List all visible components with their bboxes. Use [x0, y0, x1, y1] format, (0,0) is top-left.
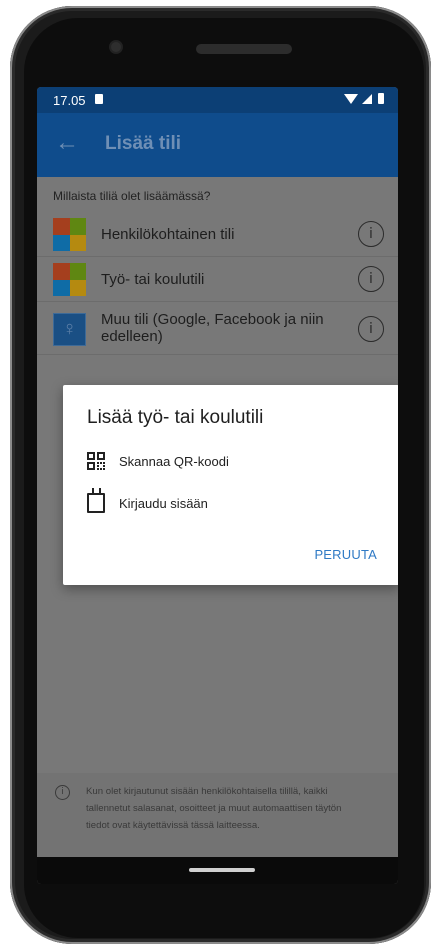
info-icon[interactable]: i — [358, 266, 384, 292]
earpiece-speaker — [196, 44, 292, 54]
scan-qr-label: Skannaa QR-koodi — [119, 453, 229, 469]
signal-icon — [362, 93, 372, 104]
app-bar: ← Lisää tili — [37, 113, 398, 177]
option-other-account[interactable]: ♀ Muu tili (Google, Facebook ja niin ede… — [37, 302, 398, 355]
battery-icon — [378, 93, 384, 104]
microsoft-logo-icon — [53, 218, 86, 251]
person-badge-icon: ♀ — [53, 313, 86, 346]
qr-code-icon — [87, 452, 105, 470]
wifi-icon — [344, 93, 358, 104]
footer-line: tiedot ovat käytettävissä tässä laittees… — [86, 820, 260, 831]
info-icon[interactable]: i — [358, 221, 384, 247]
id-badge-icon — [87, 488, 105, 513]
scan-qr-option[interactable]: Skannaa QR-koodi — [87, 449, 229, 473]
sign-in-label: Kirjaudu sisään — [119, 495, 208, 511]
status-time: 17.05 — [53, 93, 86, 108]
info-icon: i — [55, 785, 70, 800]
option-work-school-account[interactable]: Työ- tai koulutili i — [37, 257, 398, 302]
option-label: Työ- tai koulutili — [101, 271, 205, 288]
sim-card-icon — [95, 94, 103, 104]
status-bar: 17.05 — [37, 87, 398, 113]
info-icon[interactable]: i — [358, 316, 384, 342]
status-icons — [344, 93, 384, 104]
cancel-button[interactable]: PERUUTA — [314, 547, 377, 562]
footer-info: i Kun olet kirjautunut sisään henkilökoh… — [37, 773, 398, 857]
option-label-line1: Muu tili (Google, Facebook ja niin — [101, 311, 324, 328]
navigation-bar — [37, 857, 398, 884]
screen: 17.05 ← Lisää tili Millaista tiliä olet … — [37, 87, 398, 884]
add-work-account-dialog: Lisää työ- tai koulutili Skannaa QR-kood… — [63, 385, 398, 585]
back-arrow-icon[interactable]: ← — [55, 129, 79, 157]
option-label-line2: edelleen) — [101, 328, 163, 345]
microsoft-logo-icon — [53, 263, 86, 296]
option-personal-account[interactable]: Henkilökohtainen tili i — [37, 212, 398, 257]
footer-line: Kun olet kirjautunut sisään henkilökohta… — [86, 786, 328, 797]
footer-line: tallennetut salasanat, osoitteet ja muut… — [86, 803, 342, 814]
account-type-question: Millaista tiliä olet lisäämässä? — [53, 189, 211, 203]
page-title: Lisää tili — [105, 133, 182, 154]
sign-in-option[interactable]: Kirjaudu sisään — [87, 488, 208, 515]
footer-text: Kun olet kirjautunut sisään henkilökohta… — [86, 783, 392, 834]
front-camera — [111, 42, 121, 52]
dialog-title: Lisää työ- tai koulutili — [87, 407, 264, 428]
home-gesture-handle[interactable] — [189, 868, 255, 872]
option-label: Henkilökohtainen tili — [101, 226, 235, 243]
